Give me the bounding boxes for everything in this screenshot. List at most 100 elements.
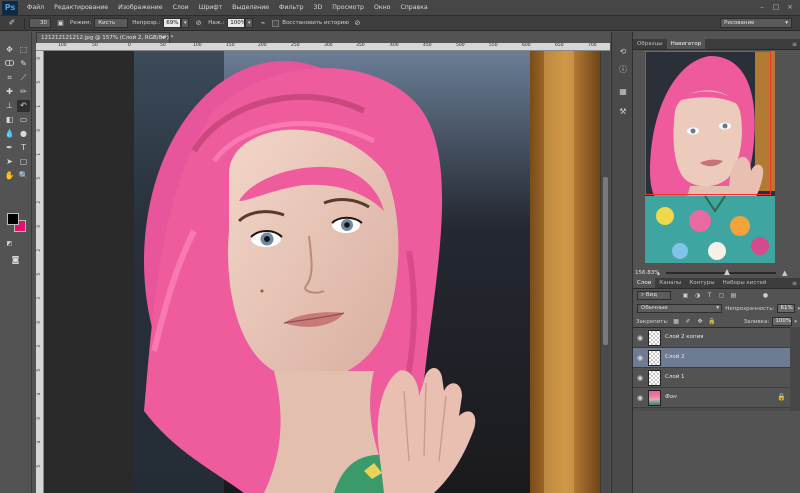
history-brush-tool-icon[interactable]: ↶ (17, 100, 30, 112)
minimize-button[interactable]: – (756, 1, 768, 13)
path-select-tool-icon[interactable]: ➤ (3, 156, 16, 168)
blur-tool-icon[interactable]: 💧 (3, 128, 16, 140)
zoom-in-icon[interactable]: ▲ (782, 269, 787, 277)
menu-view[interactable]: Просмотр (327, 4, 369, 11)
layers-scrollbar[interactable] (790, 327, 800, 411)
move-tool-icon[interactable]: ✥ (3, 44, 16, 56)
swatches-panel-icon[interactable]: ▦ (617, 86, 629, 98)
canvas-area[interactable] (44, 51, 600, 493)
document-tab[interactable]: 121212121212.jpg @ 157% (Слой 2, RGB/8#)… (36, 32, 173, 43)
menu-layers[interactable]: Слои (168, 4, 194, 11)
visibility-eye-icon[interactable]: ◉ (636, 394, 644, 402)
crop-tool-icon[interactable]: ⌗ (3, 72, 16, 84)
airbrush-icon[interactable]: ⌁ (257, 18, 268, 29)
opacity-field[interactable]: 69% (163, 18, 182, 28)
filter-type-icon[interactable]: T (705, 291, 714, 300)
filter-adjustment-icon[interactable]: ◑ (693, 291, 702, 300)
layer-name[interactable]: Слой 2 (665, 354, 685, 360)
close-window-button[interactable]: × (784, 1, 796, 13)
layer-row[interactable]: ◉ Слой 1 (633, 368, 800, 388)
fill-field[interactable]: 100% (772, 317, 793, 326)
pressure-field[interactable]: 100% (227, 18, 246, 28)
lock-transparency-icon[interactable]: ▦ (672, 317, 681, 326)
brush-size-picker[interactable]: 30 (29, 18, 51, 28)
eyedropper-tool-icon[interactable]: ⟋ (17, 72, 30, 84)
dodge-tool-icon[interactable]: ● (17, 128, 30, 140)
clone-stamp-tool-icon[interactable]: ⊥ (3, 100, 16, 112)
panel-menu-icon[interactable]: ≡ (792, 278, 797, 289)
hand-tool-icon[interactable]: ✋ (3, 170, 16, 182)
zoom-out-icon[interactable]: ▴ (657, 270, 660, 277)
info-panel-icon[interactable]: ⓘ (617, 64, 629, 76)
zoom-tool-icon[interactable]: 🔍 (17, 170, 30, 182)
slider-knob[interactable] (724, 269, 731, 275)
menu-file[interactable]: Файл (22, 4, 49, 11)
gradient-tool-icon[interactable]: ▭ (17, 114, 30, 126)
history-brush-tool-icon[interactable]: ✐ (4, 17, 20, 29)
maximize-button[interactable]: □ (770, 1, 782, 13)
navigator-preview[interactable] (645, 51, 775, 263)
menu-image[interactable]: Изображение (113, 4, 168, 11)
filter-toggle-icon[interactable]: ● (761, 291, 770, 300)
tab-swatches[interactable]: Образцы (633, 39, 667, 49)
layer-opacity-field[interactable]: 61% (777, 304, 796, 313)
tool-presets-icon[interactable]: ⚒ (617, 106, 629, 118)
layer-name[interactable]: Слой 1 (665, 374, 685, 380)
document-canvas-photo[interactable] (134, 51, 600, 493)
filter-pixel-icon[interactable]: ▣ (681, 291, 690, 300)
foreground-color-swatch[interactable] (7, 213, 19, 225)
restore-history-checkbox[interactable] (272, 19, 280, 27)
chevron-down-icon[interactable]: ▾ (794, 319, 797, 325)
layer-name[interactable]: Фон (665, 394, 677, 400)
brush-panel-toggle-icon[interactable]: ▣ (55, 18, 66, 29)
pressure-opacity-icon[interactable]: ⊘ (193, 18, 204, 29)
navigator-zoom-slider[interactable] (666, 269, 777, 275)
healing-brush-tool-icon[interactable]: ✚ (3, 86, 16, 98)
brush-tool-icon[interactable]: ✏ (17, 86, 30, 98)
menu-filter[interactable]: Фильтр (274, 4, 308, 11)
pen-tool-icon[interactable]: ✒ (3, 142, 16, 154)
scrollbar-thumb[interactable] (603, 177, 608, 345)
lock-position-icon[interactable]: ✥ (696, 317, 705, 326)
lock-all-icon[interactable]: 🔒 (708, 317, 717, 326)
layer-row[interactable]: ◉ Слой 2 (633, 348, 800, 368)
menu-window[interactable]: Окно (369, 4, 395, 11)
visibility-eye-icon[interactable]: ◉ (636, 334, 644, 342)
layer-filter-select[interactable]: ⌕ Вид (637, 291, 671, 300)
mode-select[interactable]: Кисть (94, 18, 129, 28)
marquee-tool-icon[interactable]: ⬚ (17, 44, 30, 56)
workspace-select[interactable]: Рисование ▾ (720, 18, 792, 28)
layer-row[interactable]: ◉ Фон 🔒 (633, 388, 800, 408)
menu-edit[interactable]: Редактирование (49, 4, 113, 11)
type-tool-icon[interactable]: T (17, 142, 30, 154)
quick-select-tool-icon[interactable]: ✎ (17, 58, 30, 70)
tab-channels[interactable]: Каналы (655, 278, 685, 288)
opacity-dropdown-icon[interactable]: ▾ (181, 18, 190, 28)
quick-mask-icon[interactable]: ◙ (9, 254, 22, 266)
tab-layers[interactable]: Слои (633, 278, 656, 288)
layer-name[interactable]: Слой 2 копия (665, 334, 703, 340)
panel-menu-icon[interactable]: ≡ (792, 39, 797, 50)
filter-shape-icon[interactable]: ▢ (717, 291, 726, 300)
menu-3d[interactable]: 3D (309, 4, 328, 11)
tab-brush-presets[interactable]: Наборы кистей (719, 278, 771, 288)
vertical-scrollbar[interactable] (600, 51, 610, 493)
navigator-zoom-value[interactable]: 156.83% (635, 270, 659, 276)
menu-help[interactable]: Справка (395, 4, 432, 11)
lasso-tool-icon[interactable]: ↀ (3, 58, 16, 70)
tab-paths[interactable]: Контуры (685, 278, 718, 288)
filter-smart-object-icon[interactable]: ▤ (729, 291, 738, 300)
visibility-eye-icon[interactable]: ◉ (636, 374, 644, 382)
eraser-tool-icon[interactable]: ◧ (3, 114, 16, 126)
pressure-size-icon[interactable]: ⊘ (352, 18, 363, 29)
lock-pixels-icon[interactable]: ✐ (684, 317, 693, 326)
default-colors-icon[interactable]: ◩ (3, 238, 16, 250)
layer-row[interactable]: ◉ Слой 2 копия (633, 328, 800, 348)
menu-select[interactable]: Выделение (227, 4, 274, 11)
shape-tool-icon[interactable]: ▢ (17, 156, 30, 168)
tab-navigator[interactable]: Навигатор (666, 39, 706, 49)
visibility-eye-icon[interactable]: ◉ (636, 354, 644, 362)
history-panel-icon[interactable]: ⟲ (617, 46, 629, 58)
blend-mode-select[interactable]: Обычные ▾ (637, 304, 723, 313)
menu-type[interactable]: Шрифт (194, 4, 227, 11)
